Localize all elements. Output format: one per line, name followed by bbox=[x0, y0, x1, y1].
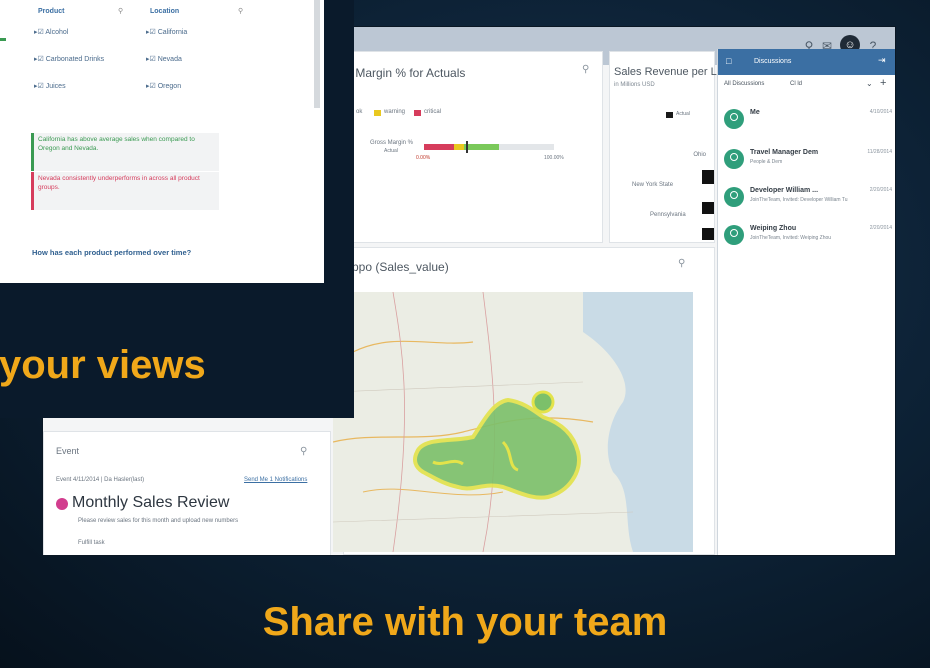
gauge-row-sub: Actual bbox=[384, 148, 398, 154]
chevron-down-icon[interactable]: ⌄ bbox=[866, 79, 873, 88]
discussions-panel: □ Discussions ⇥ All Discussions Cl ld ⌄ … bbox=[717, 49, 895, 555]
map-card-title: ppo (Sales_value) bbox=[352, 260, 449, 274]
product-checkbox[interactable]: ▸☑ Juices bbox=[34, 82, 66, 90]
gauge-critical-band bbox=[424, 144, 454, 150]
location-checkbox[interactable]: ▸☑ Oregon bbox=[146, 82, 181, 90]
discussion-sub: JoinTheTeam, Invited: Developer William … bbox=[750, 197, 848, 203]
discussion-name: Travel Manager Dem bbox=[750, 149, 819, 156]
discussion-date: 11/28/2014 bbox=[867, 149, 892, 155]
discussion-item[interactable]: Travel Manager Dem People & Dem 11/28/20… bbox=[718, 145, 895, 179]
revenue-legend-swatch bbox=[666, 112, 673, 118]
discussions-header: □ Discussions ⇥ bbox=[718, 49, 895, 75]
product-checkbox[interactable]: ▸☑ Carbonated Drinks bbox=[34, 55, 104, 63]
revenue-card-subtitle: in Millions USD bbox=[614, 82, 655, 88]
discussion-name: Weiping Zhou bbox=[750, 225, 797, 232]
legend-critical: critical bbox=[424, 109, 442, 115]
legend-critical-swatch bbox=[414, 110, 421, 116]
discussion-date: 4/10/2014 bbox=[869, 109, 892, 115]
insight-text: Nevada consistently underperforms in acr… bbox=[38, 175, 200, 191]
discussions-icon: □ bbox=[726, 56, 732, 66]
discussions-title: Discussions bbox=[754, 58, 792, 65]
discussion-name: Me bbox=[750, 109, 760, 116]
discussion-name: Developer William ... bbox=[750, 187, 819, 194]
discussion-date: 2/20/2014 bbox=[869, 225, 892, 231]
pin-icon[interactable]: ⚲ bbox=[582, 64, 589, 75]
product-option-label: Alcohol bbox=[45, 29, 69, 36]
overlay-panel: Product ⚲ Location ⚲ ▸☑ Alcohol ▸☑ Carbo… bbox=[0, 0, 324, 283]
location-filter-header[interactable]: Location bbox=[150, 8, 179, 15]
discussion-sub: People & Dem bbox=[750, 159, 783, 165]
overlay-slide: Product ⚲ Location ⚲ ▸☑ Alcohol ▸☑ Carbo… bbox=[0, 0, 354, 418]
location-option-label: Nevada bbox=[157, 56, 182, 63]
event-footer[interactable]: Fulfill task bbox=[78, 540, 105, 546]
bottom-headline: Share with your team bbox=[262, 600, 668, 644]
discussion-sub: JoinTheTeam, Invited: Weiping Zhou bbox=[750, 235, 832, 241]
add-discussion-icon[interactable]: + bbox=[880, 77, 886, 89]
search-icon[interactable]: ⚲ bbox=[238, 7, 243, 15]
revenue-legend: Actual bbox=[676, 111, 690, 117]
revenue-card-title: Sales Revenue per L bbox=[614, 66, 717, 78]
gauge-axis-end: 100.00% bbox=[544, 155, 564, 161]
event-header: Event bbox=[56, 446, 80, 456]
search-icon[interactable]: ⚲ bbox=[118, 7, 123, 15]
margin-card: s Margin % for Actuals ⚲ ok warning crit… bbox=[343, 51, 603, 243]
gauge-track bbox=[424, 141, 554, 153]
insight-note-negative: Nevada consistently underperforms in acr… bbox=[31, 172, 219, 210]
insight-text: California has above average sales when … bbox=[38, 136, 195, 152]
location-checkbox[interactable]: ▸☑ California bbox=[146, 28, 187, 36]
revenue-row-2: New York State bbox=[632, 182, 674, 188]
user-avatar-icon bbox=[724, 187, 744, 207]
revenue-row-1: Ohio bbox=[693, 152, 706, 158]
legend-ok: ok bbox=[356, 109, 363, 115]
event-description: Please review sales for this month and u… bbox=[78, 518, 239, 524]
geo-map[interactable] bbox=[333, 292, 693, 552]
revenue-card: Sales Revenue per L in Millions USD Actu… bbox=[609, 51, 717, 243]
location-checkbox[interactable]: ▸☑ Nevada bbox=[146, 55, 182, 63]
discussions-count: All Discussions bbox=[724, 81, 765, 87]
event-status-dot bbox=[56, 498, 68, 510]
gauge-axis-start: 0.00% bbox=[416, 155, 431, 161]
discussion-item[interactable]: Weiping Zhou JoinTheTeam, Invited: Weipi… bbox=[718, 221, 895, 255]
legend-warning: warning bbox=[384, 109, 406, 115]
scrollbar[interactable] bbox=[314, 0, 320, 108]
question-link[interactable]: How has each product performed over time… bbox=[32, 248, 191, 257]
gauge-warning-band bbox=[454, 144, 464, 150]
discussion-item[interactable]: Me 4/10/2014 bbox=[718, 105, 895, 139]
event-notify-link[interactable]: Send Me 1 Notifications bbox=[244, 477, 307, 483]
product-option-label: Carbonated Drinks bbox=[45, 56, 105, 63]
product-filter-header[interactable]: Product bbox=[38, 8, 64, 15]
map-graphic bbox=[333, 292, 693, 552]
overlay-headline: your views bbox=[0, 343, 206, 387]
gauge-row-label: Gross Margin % bbox=[370, 140, 414, 146]
legend-warning-swatch bbox=[374, 110, 381, 116]
pin-icon[interactable]: ⚲ bbox=[678, 258, 685, 269]
user-avatar-icon bbox=[724, 225, 744, 245]
margin-card-title: s Margin % for Actuals bbox=[346, 66, 466, 80]
location-option-label: Oregon bbox=[157, 83, 182, 90]
event-meta: Event 4/11/2014 | Da Hasler(last) bbox=[56, 477, 145, 483]
user-avatar-icon bbox=[724, 109, 744, 129]
user-avatar-icon bbox=[724, 149, 744, 169]
revenue-bar bbox=[702, 170, 714, 184]
revenue-bar bbox=[702, 202, 714, 214]
gauge-marker bbox=[465, 141, 468, 153]
event-card: Event ⚲ Event 4/11/2014 | Da Hasler(last… bbox=[43, 431, 331, 555]
product-checkbox[interactable]: ▸☑ Alcohol bbox=[34, 28, 68, 36]
pin-icon[interactable]: ⚲ bbox=[300, 446, 307, 457]
collapse-panel-icon[interactable]: ⇥ bbox=[878, 55, 886, 66]
insight-note-positive: California has above average sales when … bbox=[31, 133, 219, 171]
revenue-bar bbox=[702, 228, 714, 240]
product-option-label: Juices bbox=[45, 83, 66, 90]
location-option-label: California bbox=[157, 29, 188, 36]
chart-fragment bbox=[0, 38, 6, 41]
discussions-filter[interactable]: Cl ld bbox=[790, 81, 802, 87]
gauge-ok-band bbox=[464, 144, 499, 150]
event-title[interactable]: Monthly Sales Review bbox=[72, 494, 229, 512]
discussion-date: 2/20/2014 bbox=[869, 187, 892, 193]
discussion-item[interactable]: Developer William ... JoinTheTeam, Invit… bbox=[718, 183, 895, 217]
revenue-row-3: Pennsylvania bbox=[650, 212, 686, 218]
